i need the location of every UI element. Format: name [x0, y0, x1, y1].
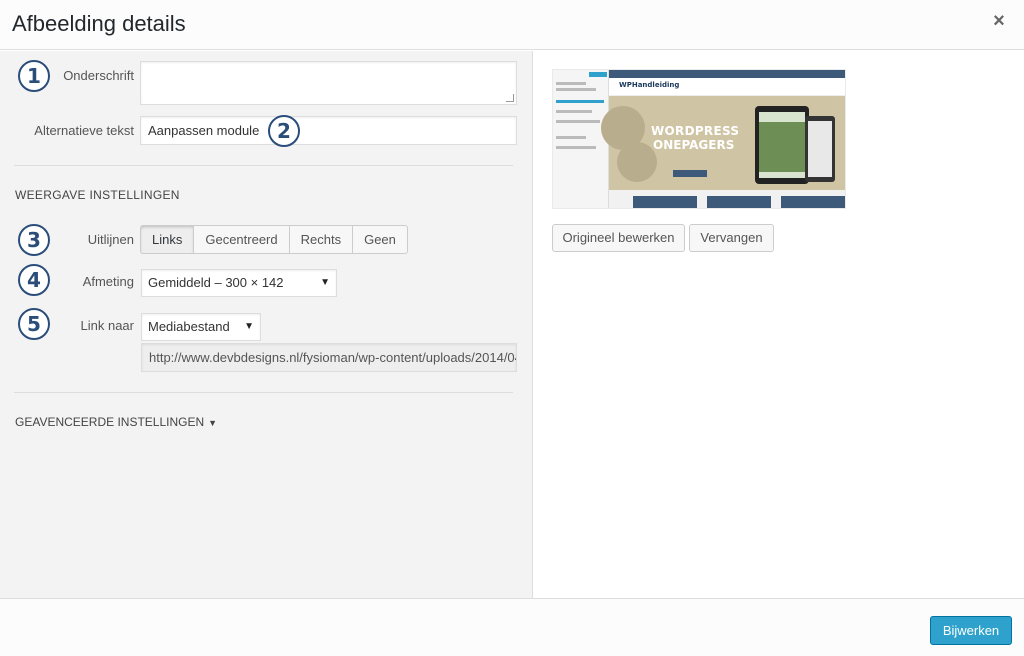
link-select-value: Mediabestand — [148, 319, 230, 334]
thumb-sidebar — [553, 70, 609, 208]
dropdown-arrow-icon: ▼ — [244, 321, 254, 332]
size-label: Afmeting — [82, 274, 134, 289]
divider — [14, 165, 513, 166]
size-select-value: Gemiddeld – 300 × 142 — [148, 275, 284, 290]
image-thumbnail: WPHandleiding WORDPRESS ONEPAGERS — [552, 69, 846, 209]
resize-handle-icon[interactable] — [506, 94, 514, 102]
modal-header: Afbeelding details × — [0, 0, 1024, 50]
annotation-marker-2: 2 — [268, 115, 300, 147]
close-icon[interactable]: × — [986, 8, 1012, 34]
caption-label: Onderschrift — [63, 68, 134, 83]
replace-button[interactable]: Vervangen — [689, 224, 774, 252]
advanced-settings-toggle[interactable]: GEAVENCEERDE INSTELLINGEN ▼ — [15, 415, 217, 429]
alt-text-label: Alternatieve tekst — [34, 123, 134, 138]
link-label: Link naar — [80, 318, 134, 333]
alt-text-input[interactable]: Aanpassen module — [140, 116, 517, 145]
modal-footer: Bijwerken — [0, 598, 1024, 656]
link-select[interactable]: Mediabestand ▼ — [141, 313, 261, 341]
align-left-button[interactable]: Links — [140, 225, 195, 254]
modal-title: Afbeelding details — [12, 11, 186, 36]
image-details-modal: Afbeelding details × 1 Onderschrift Alte… — [0, 0, 1024, 656]
preview-panel: WPHandleiding WORDPRESS ONEPAGERS Origin… — [534, 51, 1024, 598]
advanced-settings-title: GEAVENCEERDE INSTELLINGEN — [15, 415, 205, 429]
align-right-button[interactable]: Rechts — [288, 225, 354, 254]
caret-down-icon: ▼ — [208, 418, 218, 428]
thumb-hero: WORDPRESS ONEPAGERS — [601, 96, 845, 190]
dropdown-arrow-icon: ▼ — [320, 277, 330, 288]
thumb-logo: WPHandleiding — [619, 81, 680, 89]
size-select[interactable]: Gemiddeld – 300 × 142 ▼ — [141, 269, 337, 297]
settings-panel: 1 Onderschrift Alternatieve tekst Aanpas… — [0, 51, 533, 598]
update-button[interactable]: Bijwerken — [930, 616, 1012, 645]
edit-original-button[interactable]: Origineel bewerken — [552, 224, 685, 252]
align-label: Uitlijnen — [87, 232, 134, 247]
display-settings-title: WEERGAVE INSTELLINGEN — [15, 188, 180, 202]
caption-textarea[interactable] — [140, 61, 517, 105]
divider — [14, 392, 513, 393]
align-center-button[interactable]: Gecentreerd — [193, 225, 290, 254]
link-url-input[interactable]: http://www.devbdesigns.nl/fysioman/wp-co… — [141, 343, 517, 372]
align-button-group: Links Gecentreerd Rechts Geen — [140, 225, 408, 254]
align-none-button[interactable]: Geen — [352, 225, 408, 254]
